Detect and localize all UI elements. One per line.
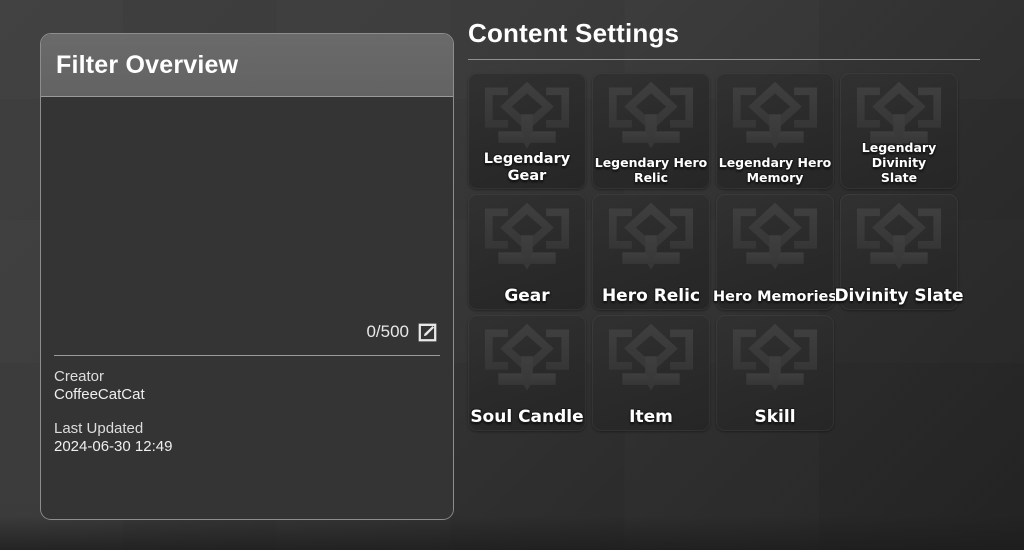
last-updated-block: Last Updated 2024-06-30 12:49 [54,420,440,456]
content-tile[interactable]: Skill [716,315,834,431]
content-tile[interactable]: Hero Memories [713,194,837,310]
last-updated-label: Last Updated [54,420,144,437]
content-tile-label: Legendary Gear [483,151,571,184]
panel-divider [54,355,440,356]
edit-icon[interactable] [417,322,438,343]
filter-overview-header: Filter Overview [41,34,453,97]
creator-value: CoffeeCatCat [54,386,145,403]
content-settings-divider [468,59,980,60]
content-tile-label: Skill [754,407,796,427]
content-tile[interactable]: Legendary Hero Relic [592,73,710,189]
content-tile-label: Soul Candle [470,407,584,427]
content-tile[interactable]: Legendary Gear [468,73,586,189]
background-bottom-shade [0,516,1024,550]
content-tile[interactable]: Legendary Divinity Slate [840,73,958,189]
content-tile-label: Gear [504,286,550,306]
content-tile-label: Legendary Hero Memory [718,155,832,185]
filter-overview-body: 0/500 Creator CoffeeCatCat Last Updated … [41,97,453,518]
note-counter-row: 0/500 [54,319,440,345]
filter-note-textarea[interactable] [54,97,440,319]
content-tile-label: Hero Memories [712,289,838,305]
creator-block: Creator CoffeeCatCat [54,368,440,404]
creator-label: Creator [54,368,105,385]
content-tile[interactable]: Soul Candle [468,315,586,431]
content-settings-panel: Content Settings Legendary Gear Legendar… [468,18,980,431]
content-settings-grid: Legendary Gear Legendary Hero Relic Lege… [468,73,980,431]
content-tile[interactable]: Hero Relic [592,194,710,310]
character-counter: 0/500 [366,322,409,341]
content-tile[interactable]: Gear [468,194,586,310]
content-tile-label: Hero Relic [601,286,701,306]
page-title: Filter Overview [56,50,239,79]
content-tile[interactable]: Item [592,315,710,431]
content-tile-label: Legendary Hero Relic [594,155,708,185]
content-tile-label: Legendary Divinity Slate [861,140,937,185]
content-tile[interactable]: Legendary Hero Memory [716,73,834,189]
last-updated-value: 2024-06-30 12:49 [54,438,173,455]
filter-overview-panel: Filter Overview 0/500 Creator CoffeeCatC… [40,33,454,520]
content-tile[interactable]: Divinity Slate [834,194,964,310]
content-settings-title: Content Settings [468,18,680,48]
content-tile-label: Item [629,407,673,427]
content-tile-label: Divinity Slate [834,286,964,306]
